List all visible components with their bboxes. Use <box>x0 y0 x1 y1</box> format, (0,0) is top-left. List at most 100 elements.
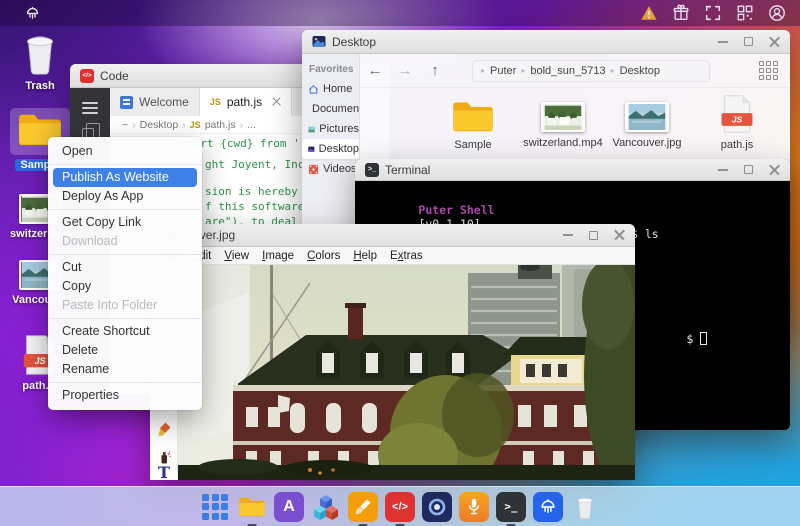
folder-icon <box>453 102 493 132</box>
grid-view-icon[interactable] <box>759 61 778 80</box>
menu-separator <box>49 164 201 165</box>
menu-item-get-copy-link[interactable]: Get Copy Link <box>48 213 202 232</box>
desktop-icon-trash[interactable]: Trash <box>8 30 72 92</box>
close-tab-icon[interactable] <box>272 98 281 107</box>
js-badge-icon: JS <box>209 97 221 107</box>
js-file-icon: JS <box>721 95 753 133</box>
taskbar-puter-icon[interactable] <box>533 491 563 522</box>
menu-item-delete[interactable]: Delete <box>48 341 202 360</box>
minimize-button[interactable] <box>718 168 728 171</box>
sidebar-item-documents[interactable]: Documents <box>302 99 359 119</box>
close-button[interactable] <box>614 230 625 241</box>
sidebar-item-desktop[interactable]: Desktop <box>302 139 359 159</box>
menu-item-open[interactable]: Open <box>48 142 202 161</box>
tab-welcome[interactable]: Welcome <box>110 88 200 116</box>
video-thumbnail-icon <box>541 102 585 132</box>
puter-logo-icon[interactable] <box>24 5 41 22</box>
menu-item-rename[interactable]: Rename <box>48 360 202 379</box>
file-item-sample[interactable]: Sample <box>431 98 515 151</box>
taskbar-launcher-icon[interactable] <box>200 492 230 522</box>
file-item-vancouver[interactable]: Vancouver.jpg <box>605 102 689 149</box>
menu-item-deploy-as-app[interactable]: Deploy As App <box>48 187 202 206</box>
taskbar-text-editor-icon[interactable]: A <box>274 491 304 522</box>
taskbar-files-icon[interactable] <box>237 492 267 526</box>
maximize-button[interactable] <box>744 37 753 46</box>
brush-tool-icon[interactable] <box>156 421 172 437</box>
menu-item-create-shortcut[interactable]: Create Shortcut <box>48 322 202 341</box>
minimize-button[interactable] <box>718 40 728 43</box>
forward-button[interactable]: → <box>390 62 420 79</box>
warning-icon[interactable] <box>640 4 658 22</box>
sidebar-item-videos[interactable]: Videos <box>302 159 359 179</box>
path-breadcrumb[interactable]: ▸ Puter ▸ bold_sun_5713 ▸ Desktop <box>472 59 710 82</box>
sidebar-item-home[interactable]: Home <box>302 79 359 99</box>
menu-help[interactable]: Help <box>353 250 377 262</box>
menu-hamburger-icon[interactable] <box>82 102 98 114</box>
trash-icon <box>27 36 53 75</box>
minimize-button[interactable] <box>563 234 573 236</box>
file-item-pathjs[interactable]: JS path.js <box>695 94 779 151</box>
back-button[interactable]: ← <box>360 62 390 79</box>
taskbar-camera-icon[interactable] <box>422 491 452 522</box>
menu-item-publish-as-website[interactable]: Publish As Website <box>53 168 197 187</box>
menu-item-paste-into-folder: Paste Into Folder <box>62 298 158 312</box>
sidebar-header: Favorites <box>309 64 354 75</box>
gift-icon[interactable] <box>672 4 690 22</box>
pictures-icon <box>308 126 315 132</box>
up-button[interactable]: ↑ <box>420 62 450 79</box>
menu-item-properties[interactable]: Properties <box>48 386 202 405</box>
maximize-button[interactable] <box>589 230 598 240</box>
menu-separator <box>49 382 201 383</box>
account-icon[interactable] <box>768 4 786 22</box>
taskbar-cubes-icon[interactable] <box>311 492 341 522</box>
menu-separator <box>49 318 201 319</box>
microphone-icon <box>468 498 480 514</box>
image-thumbnail-icon <box>625 102 669 132</box>
taskbar-terminal-icon[interactable]: >_ <box>496 491 526 526</box>
close-button[interactable] <box>769 164 780 175</box>
trash-icon <box>577 497 593 519</box>
lens-icon <box>428 498 446 515</box>
fullscreen-icon[interactable] <box>704 4 722 22</box>
file-item-switzerland[interactable]: switzerland.mp4 <box>521 102 605 149</box>
menu-item-copy[interactable]: Copy <box>48 277 202 296</box>
menu-extras[interactable]: Extras <box>390 250 423 262</box>
taskbar-microphone-icon[interactable] <box>459 491 489 522</box>
context-menu: Open Publish As Website Deploy As App Ge… <box>48 137 202 410</box>
menu-item-cut[interactable]: Cut <box>48 258 202 277</box>
welcome-tab-icon <box>120 95 133 109</box>
menu-colors[interactable]: Colors <box>307 250 340 262</box>
sidebar-item-pictures[interactable]: Pictures <box>302 119 359 139</box>
trash-label: Trash <box>25 80 55 92</box>
terminal-app-icon: >_ <box>365 162 379 177</box>
svg-text:JS: JS <box>732 115 743 125</box>
menu-item-download: Download <box>62 234 118 248</box>
menu-separator <box>49 209 201 210</box>
taskbar-paint-icon[interactable] <box>348 491 378 526</box>
image-viewer-window: Vancouver.jpg File Edit View Image Color… <box>150 224 635 482</box>
code-window-title: Code <box>100 68 129 83</box>
videos-icon <box>308 164 319 174</box>
files-window-title: Desktop <box>332 34 377 49</box>
taskbar-trash-icon[interactable] <box>570 492 600 522</box>
photo-canvas[interactable] <box>178 265 635 480</box>
command-fragment: $ ls <box>631 227 659 241</box>
maximize-button[interactable] <box>744 165 753 174</box>
home-icon <box>308 84 319 94</box>
taskbar-code-icon[interactable]: </> <box>385 491 415 526</box>
qr-code-icon[interactable] <box>736 4 754 22</box>
puter-logo-icon <box>541 498 555 513</box>
menu-image[interactable]: Image <box>262 250 294 262</box>
tab-pathjs[interactable]: JS path.js <box>199 88 293 116</box>
desktop-app-icon <box>312 35 326 47</box>
text-tool-icon[interactable]: T <box>158 463 174 482</box>
viewer-titlebar[interactable]: Vancouver.jpg <box>150 224 635 247</box>
terminal-titlebar[interactable]: >_ Terminal <box>355 159 790 181</box>
svg-text:JS: JS <box>34 356 45 366</box>
files-titlebar[interactable]: Desktop <box>302 30 790 54</box>
cubes-icon <box>314 494 338 520</box>
menu-view[interactable]: View <box>224 250 249 262</box>
js-badge-icon: JS <box>189 119 201 130</box>
puter-desktop: Trash Sample switzerland Vancouver JS pa… <box>0 0 800 526</box>
close-button[interactable] <box>769 36 780 47</box>
